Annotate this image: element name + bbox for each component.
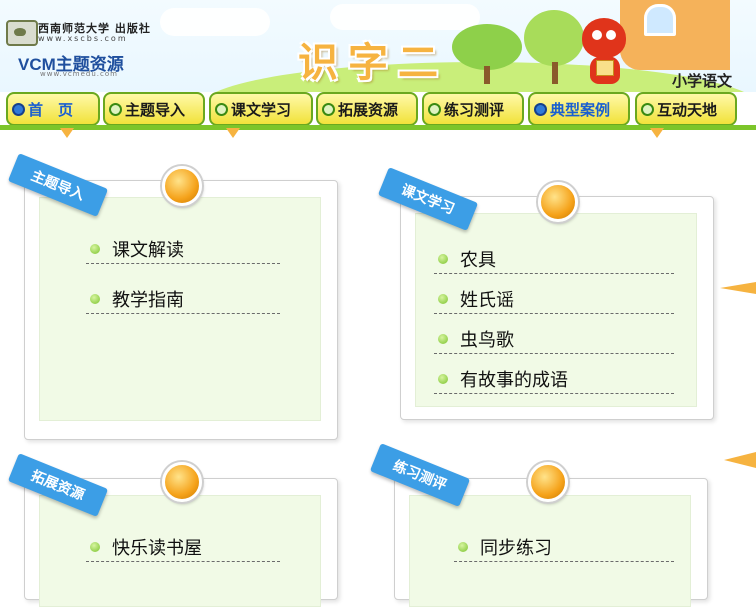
tree-trunk bbox=[484, 66, 490, 84]
green-bullet-icon bbox=[438, 293, 448, 304]
nav-label: 首 页 bbox=[28, 100, 74, 119]
link-text: 姓氏谣 bbox=[460, 289, 514, 311]
nav-arrow-decoration bbox=[650, 128, 664, 138]
circle-bullet-icon bbox=[109, 102, 122, 116]
nav-label: 课文学习 bbox=[231, 100, 292, 119]
circle-bullet-icon bbox=[641, 102, 654, 116]
vcm-url: www.vcmedu.com bbox=[40, 70, 118, 78]
nav-interactive[interactable]: 互动天地 bbox=[635, 92, 737, 126]
nav-label: 典型案例 bbox=[550, 100, 611, 119]
pushpin-icon bbox=[162, 462, 202, 502]
link-item[interactable]: 快乐读书屋 bbox=[86, 532, 280, 562]
page-title: 识字二 bbox=[298, 40, 448, 86]
link-text: 课文解读 bbox=[112, 239, 184, 261]
green-bullet-icon bbox=[438, 373, 448, 384]
header-banner: 西南师范大学 出版社 www.xscbs.com VCM主题资源 www.vcm… bbox=[0, 0, 756, 92]
link-text: 有故事的成语 bbox=[460, 369, 568, 391]
green-bullet-icon bbox=[438, 333, 448, 344]
publisher-logo-icon[interactable] bbox=[6, 20, 38, 46]
nav-extension[interactable]: 拓展资源 bbox=[316, 92, 418, 126]
nav-label: 主题导入 bbox=[125, 100, 186, 119]
link-text: 虫鸟歌 bbox=[460, 329, 514, 351]
link-text: 教学指南 bbox=[112, 289, 184, 311]
link-text: 同步练习 bbox=[480, 537, 552, 559]
circle-bullet-icon bbox=[534, 102, 547, 116]
cloud-decoration bbox=[330, 4, 480, 30]
link-item[interactable]: 有故事的成语 bbox=[434, 364, 674, 394]
pushpin-icon bbox=[538, 182, 578, 222]
tree-decoration bbox=[524, 10, 584, 66]
nav-label: 练习测评 bbox=[444, 100, 505, 119]
tree-trunk bbox=[552, 62, 558, 84]
cloud-decoration bbox=[160, 8, 270, 36]
green-bullet-icon bbox=[438, 253, 448, 264]
link-item[interactable]: 虫鸟歌 bbox=[434, 324, 674, 354]
link-item[interactable]: 教学指南 bbox=[86, 284, 280, 314]
mascot-head bbox=[582, 18, 626, 58]
circle-bullet-icon bbox=[215, 102, 228, 116]
nav-arrow-decoration bbox=[226, 128, 240, 138]
link-text: 快乐读书屋 bbox=[112, 537, 202, 559]
circle-bullet-icon bbox=[12, 102, 25, 116]
link-item[interactable]: 同步练习 bbox=[454, 532, 674, 562]
nav-lesson-study[interactable]: 课文学习 bbox=[209, 92, 313, 126]
link-item[interactable]: 农具 bbox=[434, 244, 674, 274]
mascot-scroll bbox=[596, 60, 614, 76]
nav-underline bbox=[0, 125, 756, 130]
window-decoration bbox=[644, 4, 676, 36]
circle-bullet-icon bbox=[322, 102, 335, 116]
circle-bullet-icon bbox=[428, 102, 441, 116]
ray-decoration bbox=[720, 282, 756, 294]
pushpin-icon bbox=[528, 462, 568, 502]
nav-home[interactable]: 首 页 bbox=[6, 92, 100, 126]
nav-theme-intro[interactable]: 主题导入 bbox=[103, 92, 205, 126]
green-bullet-icon bbox=[90, 541, 100, 552]
nav-arrow-decoration bbox=[60, 128, 74, 138]
tree-decoration bbox=[452, 24, 522, 70]
pushpin-icon bbox=[162, 166, 202, 206]
nav-typical-cases[interactable]: 典型案例 bbox=[528, 92, 630, 126]
nav-label: 互动天地 bbox=[657, 100, 718, 119]
subject-label: 小学语文 bbox=[672, 72, 733, 90]
link-item[interactable]: 姓氏谣 bbox=[434, 284, 674, 314]
ray-decoration bbox=[724, 452, 756, 468]
green-bullet-icon bbox=[458, 541, 468, 552]
nav-practice[interactable]: 练习测评 bbox=[422, 92, 524, 126]
link-text: 农具 bbox=[460, 249, 496, 271]
nav-label: 拓展资源 bbox=[338, 100, 399, 119]
link-item[interactable]: 课文解读 bbox=[86, 234, 280, 264]
green-bullet-icon bbox=[90, 243, 100, 254]
green-bullet-icon bbox=[90, 293, 100, 304]
publisher-url: www.xscbs.com bbox=[38, 34, 128, 43]
